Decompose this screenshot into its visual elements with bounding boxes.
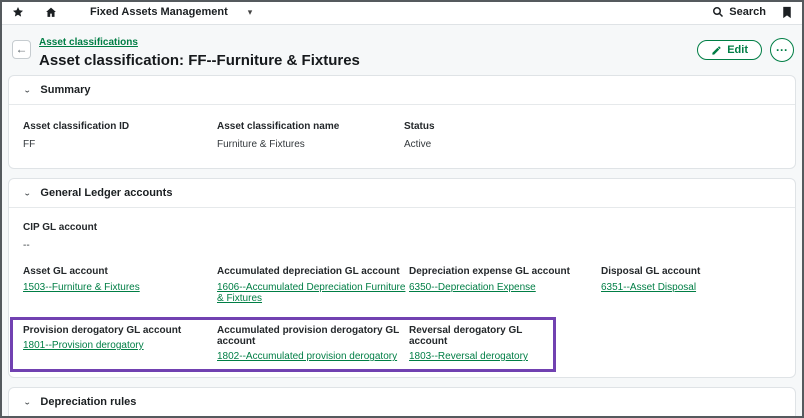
breadcrumb[interactable]: Asset classifications — [39, 37, 138, 48]
gl-account-link[interactable]: 1803--Reversal derogatory — [409, 351, 528, 362]
field-value: Furniture & Fixtures — [217, 139, 404, 150]
field-value: FF — [23, 139, 217, 150]
gl-account-link[interactable]: 1606--Accumulated Depreciation Furniture… — [217, 282, 405, 304]
field-label: Provision derogatory GL account — [23, 325, 217, 336]
edit-button[interactable]: Edit — [697, 40, 762, 60]
field-reversal-derogatory-gl-account: Reversal derogatory GL account 1803--Rev… — [409, 325, 553, 362]
field-asset-gl-account: Asset GL account 1503--Furniture & Fixtu… — [23, 266, 217, 304]
highlight-box-derogatory-accounts: Provision derogatory GL account 1801--Pr… — [10, 317, 556, 372]
gl-account-link[interactable]: 1801--Provision derogatory — [23, 340, 144, 351]
app-switcher-chevron-icon[interactable]: ▾ — [248, 7, 253, 18]
title-block: Asset classifications Asset classificati… — [39, 32, 360, 69]
home-icon[interactable] — [44, 6, 58, 19]
field-status: Status Active — [404, 121, 781, 150]
summary-card: ⌄ Summary Asset classification ID FF Ass… — [8, 75, 796, 169]
field-cip-gl-account: CIP GL account -- — [23, 222, 781, 251]
top-bar: Fixed Assets Management ▾ Search — [0, 0, 804, 25]
field-accumulated-depreciation-gl-account: Accumulated depreciation GL account 1606… — [217, 266, 409, 304]
status-value: Active — [404, 139, 781, 150]
field-label: Asset GL account — [23, 266, 217, 277]
search-label: Search — [729, 6, 766, 18]
field-disposal-gl-account: Disposal GL account 6351--Asset Disposal — [601, 266, 781, 304]
search-button[interactable]: Search — [712, 6, 766, 18]
search-icon — [712, 6, 724, 18]
field-provision-derogatory-gl-account: Provision derogatory GL account 1801--Pr… — [23, 325, 217, 362]
field-depreciation-expense-gl-account: Depreciation expense GL account 6350--De… — [409, 266, 601, 304]
field-label: Status — [404, 121, 781, 132]
gl-account-link[interactable]: 6351--Asset Disposal — [601, 282, 696, 293]
field-label: CIP GL account — [23, 222, 781, 233]
field-label: Reversal derogatory GL account — [409, 325, 553, 347]
collapse-chevron-icon[interactable]: ⌄ — [23, 86, 31, 95]
field-asset-classification-id: Asset classification ID FF — [23, 121, 217, 150]
app-title: Fixed Assets Management — [90, 6, 228, 18]
edit-label: Edit — [727, 44, 748, 56]
field-accumulated-provision-derogatory-gl-account: Accumulated provision derogatory GL acco… — [217, 325, 409, 362]
field-label: Asset classification ID — [23, 121, 217, 132]
back-button[interactable]: ← — [12, 40, 31, 59]
gl-account-link[interactable]: 1802--Accumulated provision derogatory — [217, 351, 397, 362]
depreciation-title: Depreciation rules — [40, 396, 136, 408]
field-value: -- — [23, 240, 781, 251]
field-label: Accumulated provision derogatory GL acco… — [217, 325, 409, 347]
more-actions-button[interactable]: ··· — [770, 38, 794, 62]
depreciation-rules-card: ⌄ Depreciation rules Depreciation ... ↑ — [8, 387, 796, 418]
gl-title: General Ledger accounts — [40, 187, 172, 199]
field-label: Accumulated depreciation GL account — [217, 266, 409, 277]
field-label: Asset classification name — [217, 121, 404, 132]
favorites-star-icon[interactable] — [12, 6, 24, 18]
gl-account-link[interactable]: 6350--Depreciation Expense — [409, 282, 536, 293]
field-asset-classification-name: Asset classification name Furniture & Fi… — [217, 121, 404, 150]
field-label: Disposal GL account — [601, 266, 781, 277]
page-header: ← Asset classifications Asset classifica… — [0, 25, 804, 75]
summary-title: Summary — [40, 84, 90, 96]
collapse-chevron-icon[interactable]: ⌄ — [23, 398, 31, 407]
gl-accounts-card: ⌄ General Ledger accounts CIP GL account… — [8, 178, 796, 378]
bookmark-icon[interactable] — [782, 6, 792, 19]
gl-account-link[interactable]: 1503--Furniture & Fixtures — [23, 282, 140, 293]
page-title: Asset classification: FF--Furniture & Fi… — [39, 52, 360, 69]
collapse-chevron-icon[interactable]: ⌄ — [23, 189, 31, 198]
field-label: Depreciation expense GL account — [409, 266, 601, 277]
pencil-icon — [711, 45, 722, 56]
